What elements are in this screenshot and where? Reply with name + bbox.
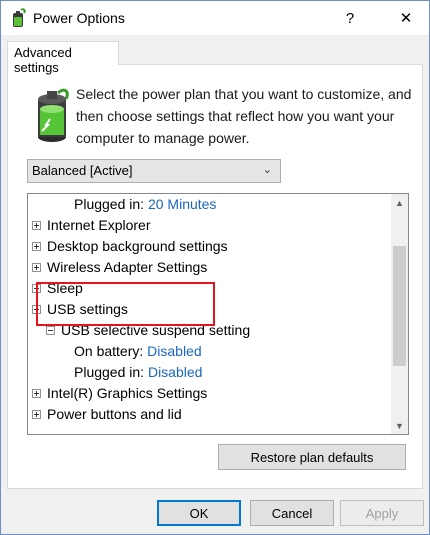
setting-label: On battery: <box>74 343 144 359</box>
tree-row-usb-settings[interactable]: USB settings <box>32 299 128 320</box>
node-label: Intel(R) Graphics Settings <box>47 385 208 401</box>
settings-tree[interactable]: Plugged in: 20 Minutes Internet Explorer… <box>27 193 409 435</box>
expand-icon[interactable] <box>32 262 41 272</box>
tree-row-power-buttons[interactable]: Power buttons and lid <box>32 404 182 425</box>
close-button[interactable]: ✕ <box>383 1 429 35</box>
advanced-settings-panel: Select the power plan that you want to c… <box>7 64 423 489</box>
window-title: Power Options <box>33 10 125 26</box>
tree-row-plugged-in-usb[interactable]: Plugged in: Disabled <box>74 362 202 383</box>
chevron-down-icon: ⌄ <box>262 164 272 176</box>
expand-icon[interactable] <box>32 388 41 398</box>
tree-row-usb-selective-suspend[interactable]: USB selective suspend setting <box>46 320 250 341</box>
setting-value-link[interactable]: 20 Minutes <box>148 196 216 212</box>
node-label: Desktop background settings <box>47 238 228 254</box>
node-label: USB selective suspend setting <box>61 322 251 338</box>
node-label: USB settings <box>47 301 128 317</box>
tree-row-desktop-background[interactable]: Desktop background settings <box>32 236 228 257</box>
node-label: Sleep <box>47 280 83 296</box>
cancel-button[interactable]: Cancel <box>250 500 334 526</box>
setting-value-link[interactable]: Disabled <box>148 364 202 380</box>
power-plan-dropdown[interactable]: Balanced [Active] ⌄ <box>27 159 281 183</box>
tree-row-intel-graphics[interactable]: Intel(R) Graphics Settings <box>32 383 207 404</box>
restore-plan-defaults-button[interactable]: Restore plan defaults <box>218 444 406 470</box>
expand-icon[interactable] <box>32 220 41 230</box>
tree-row-plugged-in[interactable]: Plugged in: 20 Minutes <box>74 194 216 215</box>
tree-row-internet-explorer[interactable]: Internet Explorer <box>32 215 151 236</box>
vertical-scrollbar[interactable]: ▲ ▼ <box>391 194 408 434</box>
title-bar: Power Options ? ✕ <box>1 1 429 35</box>
scroll-up-icon[interactable]: ▲ <box>391 194 408 211</box>
setting-label: Plugged in: <box>74 196 145 212</box>
expand-icon[interactable] <box>32 241 41 251</box>
scrollbar-thumb[interactable] <box>393 246 406 366</box>
tree-row-wireless-adapter[interactable]: Wireless Adapter Settings <box>32 257 207 278</box>
expand-icon[interactable] <box>32 409 41 419</box>
node-label: Internet Explorer <box>47 217 151 233</box>
node-label: Power buttons and lid <box>47 406 182 422</box>
collapse-icon[interactable] <box>46 325 55 335</box>
node-label: Wireless Adapter Settings <box>47 259 208 275</box>
tree-row-on-battery[interactable]: On battery: Disabled <box>74 341 202 362</box>
power-plan-value: Balanced [Active] <box>32 163 133 178</box>
collapse-icon[interactable] <box>32 304 41 314</box>
power-options-window: Power Options ? ✕ Advanced settings Sele… <box>0 0 430 535</box>
expand-icon[interactable] <box>32 283 41 293</box>
setting-label: Plugged in: <box>74 364 145 380</box>
battery-plan-icon <box>38 88 69 142</box>
setting-value-link[interactable]: Disabled <box>147 343 201 359</box>
intro-text: Select the power plan that you want to c… <box>76 86 412 146</box>
help-button[interactable]: ? <box>327 1 373 35</box>
tab-advanced-settings[interactable]: Advanced settings <box>7 41 119 75</box>
tree-row-sleep[interactable]: Sleep <box>32 278 83 299</box>
power-options-icon <box>13 8 26 27</box>
apply-button[interactable]: Apply <box>340 500 424 526</box>
scroll-down-icon[interactable]: ▼ <box>391 417 408 434</box>
ok-button[interactable]: OK <box>157 500 241 526</box>
